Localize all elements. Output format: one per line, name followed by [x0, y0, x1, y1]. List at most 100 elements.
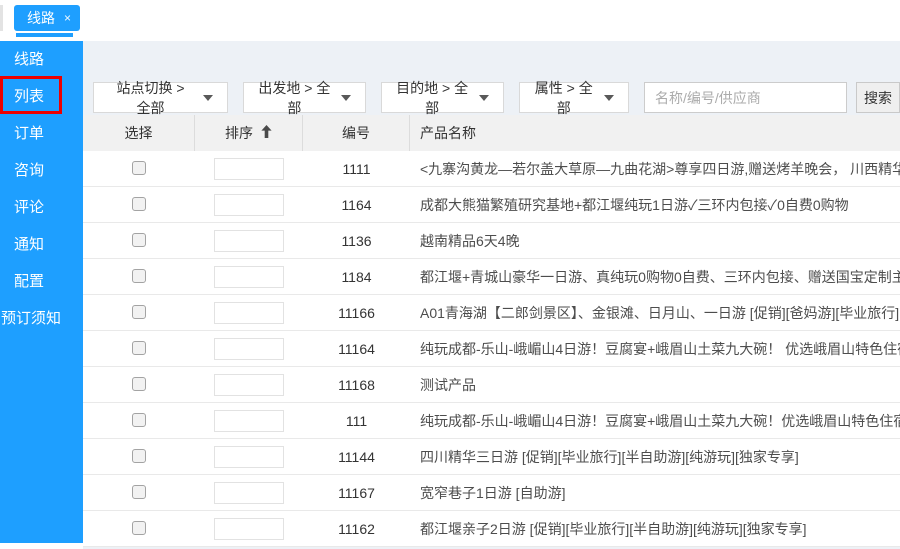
page: 线路 × 线路 列表 订单 咨询 评论 通知 配置 预订须知 站点切换 > 全部…: [0, 0, 900, 549]
row-checkbox[interactable]: [132, 413, 146, 427]
row-checkbox[interactable]: [132, 161, 146, 175]
row-checkbox[interactable]: [132, 485, 146, 499]
sort-order-input[interactable]: [214, 338, 284, 360]
select-cell: [83, 376, 195, 394]
table-row-2: 1136 越南精品6天4晚: [83, 223, 900, 259]
sort-order-input[interactable]: [214, 302, 284, 324]
sort-cell: [195, 158, 303, 180]
chevron-down-icon: [479, 95, 489, 101]
product-id: 1164: [303, 197, 410, 213]
sort-order-input[interactable]: [214, 194, 284, 216]
product-name: 越南精品6天4晚: [410, 231, 900, 251]
select-cell: [83, 232, 195, 250]
clipped-tab-edge: [0, 5, 3, 31]
select-cell: [83, 448, 195, 466]
product-id: 111: [303, 413, 410, 429]
sidebar-item-inquiry[interactable]: 咨询: [0, 152, 83, 189]
sidebar-item-order[interactable]: 订单: [0, 115, 83, 152]
sort-order-input[interactable]: [214, 374, 284, 396]
tab-route-label: 线路: [27, 8, 55, 28]
sort-cell: [195, 482, 303, 504]
row-checkbox[interactable]: [132, 269, 146, 283]
product-id: 1184: [303, 269, 410, 285]
select-cell: [83, 412, 195, 430]
row-checkbox[interactable]: [132, 305, 146, 319]
search-button[interactable]: 搜索: [856, 82, 900, 113]
product-id: 11162: [303, 521, 410, 537]
row-checkbox[interactable]: [132, 341, 146, 355]
row-checkbox[interactable]: [132, 521, 146, 535]
select-cell: [83, 484, 195, 502]
tab-bar: 线路 ×: [0, 0, 900, 41]
main-area: 线路 列表 订单 咨询 评论 通知 配置 预订须知 站点切换 > 全部 出发地 …: [0, 41, 900, 549]
sidebar-item-notice[interactable]: 通知: [0, 226, 83, 263]
product-name: A01青海湖【二郎剑景区】、金银滩、日月山、一日游 [促销][爸妈游][毕业旅行…: [410, 303, 900, 323]
sort-cell: [195, 374, 303, 396]
row-checkbox[interactable]: [132, 197, 146, 211]
tab-route[interactable]: 线路 ×: [14, 5, 80, 31]
close-icon[interactable]: ×: [64, 12, 71, 24]
filter-site[interactable]: 站点切换 > 全部: [93, 82, 228, 113]
sidebar-item-comment[interactable]: 评论: [0, 189, 83, 226]
sidebar-item-config[interactable]: 配置: [0, 263, 83, 300]
sidebar-item-booking-notes[interactable]: 预订须知: [0, 300, 83, 337]
product-id: 11144: [303, 449, 410, 465]
select-cell: [83, 304, 195, 322]
table-row-3: 1184 都江堰+青城山豪华一日游、真纯玩0购物0自费、三环内包接、赠送国宝定制…: [83, 259, 900, 295]
header-id: 编号: [303, 115, 410, 151]
product-name: 宽窄巷子1日游 [自助游]: [410, 483, 900, 503]
product-id: 11164: [303, 341, 410, 357]
sort-cell: [195, 230, 303, 252]
header-name: 产品名称: [410, 115, 900, 151]
sort-cell: [195, 446, 303, 468]
product-name: 都江堰+青城山豪华一日游、真纯玩0购物0自费、三环内包接、赠送国宝定制主题餐 […: [410, 267, 900, 287]
sort-cell: [195, 194, 303, 216]
table-row-1: 1164 成都大熊猫繁殖研究基地+都江堰纯玩1日游✓三环内包接✓0自费0购物: [83, 187, 900, 223]
table-row-6: 11168 测试产品: [83, 367, 900, 403]
sidebar-item-list[interactable]: 列表: [0, 78, 83, 115]
sort-order-input[interactable]: [214, 518, 284, 540]
sort-cell: [195, 338, 303, 360]
sort-order-input[interactable]: [214, 482, 284, 504]
filter-departure[interactable]: 出发地 > 全部: [243, 82, 366, 113]
sidebar: 线路 列表 订单 咨询 评论 通知 配置 预订须知: [0, 41, 83, 543]
row-checkbox[interactable]: [132, 377, 146, 391]
header-sort[interactable]: 排序: [195, 115, 303, 151]
sort-order-input[interactable]: [214, 230, 284, 252]
sort-cell: [195, 518, 303, 540]
sort-order-input[interactable]: [214, 266, 284, 288]
active-tab-underline: [16, 33, 73, 37]
sidebar-item-route[interactable]: 线路: [0, 41, 83, 78]
sort-cell: [195, 410, 303, 432]
sort-cell: [195, 302, 303, 324]
filter-attribute[interactable]: 属性 > 全部: [519, 82, 630, 113]
row-checkbox[interactable]: [132, 449, 146, 463]
row-checkbox[interactable]: [132, 233, 146, 247]
chevron-down-icon: [604, 95, 614, 101]
search-input[interactable]: [644, 82, 847, 113]
chevron-down-icon: [341, 95, 351, 101]
select-cell: [83, 160, 195, 178]
table-row-5: 11164 纯玩成都-乐山-峨嵋山4日游！豆腐宴+峨眉山土菜九大碗！ 优选峨眉山…: [83, 331, 900, 367]
product-id: 11166: [303, 305, 410, 321]
product-name: <九寨沟黄龙—若尔盖大草原—九曲花湖>尊享四日游,赠送烤羊晚会， 川西精华景点一…: [410, 159, 900, 179]
select-cell: [83, 520, 195, 538]
product-id: 1111: [303, 161, 410, 177]
table-row-7: 111 纯玩成都-乐山-峨嵋山4日游！豆腐宴+峨眉山土菜九大碗！优选峨眉山特色住…: [83, 403, 900, 439]
product-id: 11168: [303, 377, 410, 393]
table-row-9: 11167 宽窄巷子1日游 [自助游]: [83, 475, 900, 511]
product-name: 纯玩成都-乐山-峨嵋山4日游！豆腐宴+峨眉山土菜九大碗！ 优选峨眉山特色住宿！1…: [410, 339, 900, 359]
filter-destination[interactable]: 目的地 > 全部: [381, 82, 504, 113]
table-row-8: 11144 四川精华三日游 [促销][毕业旅行][半自助游][纯游玩][独家专享…: [83, 439, 900, 475]
filter-bar: 站点切换 > 全部 出发地 > 全部 目的地 > 全部 属性 > 全部 搜索: [93, 82, 900, 113]
sort-order-input[interactable]: [214, 410, 284, 432]
table-row-4: 11166 A01青海湖【二郎剑景区】、金银滩、日月山、一日游 [促销][爸妈游…: [83, 295, 900, 331]
arrow-up-icon: [261, 125, 272, 141]
product-id: 11167: [303, 485, 410, 501]
select-cell: [83, 268, 195, 286]
sort-order-input[interactable]: [214, 446, 284, 468]
product-table: 选择 排序 编号 产品名称: [83, 115, 900, 547]
select-cell: [83, 340, 195, 358]
sort-order-input[interactable]: [214, 158, 284, 180]
product-name: 四川精华三日游 [促销][毕业旅行][半自助游][纯游玩][独家专享]: [410, 447, 900, 467]
